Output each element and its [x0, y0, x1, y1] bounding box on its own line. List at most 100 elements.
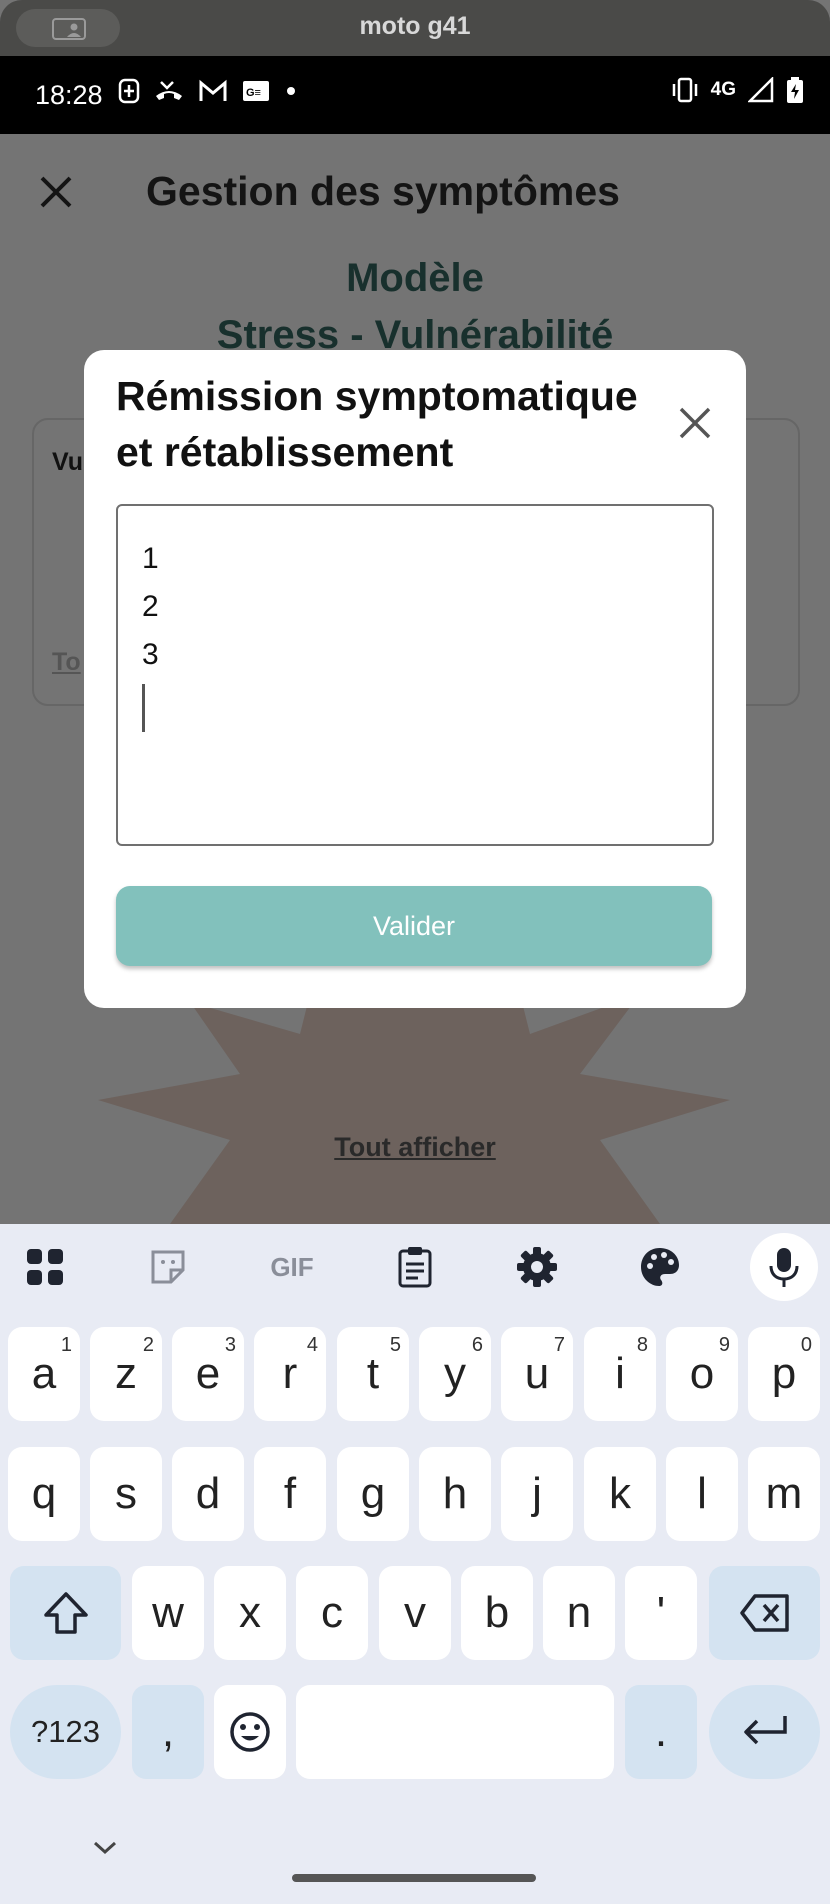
key-z[interactable]: z2	[90, 1327, 162, 1421]
vibrate-icon	[672, 77, 697, 103]
emoji-icon	[230, 1712, 270, 1752]
gif-label: GIF	[270, 1251, 314, 1282]
news-icon: G≡	[243, 81, 269, 101]
key-l[interactable]: l	[666, 1447, 738, 1541]
soft-keyboard: GIF a1 z2 e3 r4 t5 y6 u7 i8 o9 p0 q s d …	[0, 1224, 830, 1904]
hide-keyboard-chevron-icon[interactable]	[92, 1840, 118, 1856]
remission-dialog: Rémission symptomatique et rétablissemen…	[84, 350, 746, 1008]
device-name: moto g41	[359, 12, 471, 40]
key-apostrophe[interactable]: '	[625, 1566, 697, 1660]
status-time: 18:28	[35, 80, 103, 110]
key-x[interactable]: x	[214, 1566, 286, 1660]
key-f[interactable]: f	[254, 1447, 326, 1541]
key-label: o	[689, 1349, 715, 1398]
key-label: z	[115, 1349, 137, 1398]
key-label: u	[524, 1349, 550, 1398]
battery-charging-icon	[787, 77, 803, 103]
close-icon[interactable]	[38, 174, 74, 210]
textarea-line: 1	[142, 542, 159, 575]
key-b[interactable]: b	[461, 1566, 533, 1660]
key-label: i	[615, 1349, 625, 1398]
period-key[interactable]: .	[625, 1685, 697, 1779]
key-m[interactable]: m	[748, 1447, 820, 1541]
show-all-link[interactable]: Tout afficher	[0, 1132, 830, 1163]
key-h[interactable]: h	[419, 1447, 491, 1541]
key-v[interactable]: v	[379, 1566, 451, 1660]
key-s[interactable]: s	[90, 1447, 162, 1541]
textarea-line: 3	[142, 638, 159, 671]
key-hint: 7	[553, 1334, 565, 1356]
key-hint: 1	[60, 1334, 72, 1356]
sticker-icon[interactable]	[144, 1243, 192, 1291]
key-hint: 0	[800, 1334, 812, 1356]
key-t[interactable]: t5	[337, 1327, 409, 1421]
key-r[interactable]: r4	[254, 1327, 326, 1421]
palette-icon[interactable]	[636, 1243, 684, 1291]
page-title: Gestion des symptômes	[146, 168, 620, 214]
status-bar: 18:28 G≡ 4G	[0, 56, 830, 134]
key-k[interactable]: k	[584, 1447, 656, 1541]
key-hint: 9	[718, 1334, 730, 1356]
backspace-icon	[739, 1594, 789, 1632]
shift-key[interactable]	[10, 1566, 121, 1660]
symptom-textarea[interactable]: 1 2 3	[116, 504, 714, 846]
comma-key[interactable]: ,	[132, 1685, 204, 1779]
key-hint: 8	[636, 1334, 648, 1356]
enter-icon	[743, 1716, 787, 1745]
key-e[interactable]: e3	[172, 1327, 244, 1421]
key-label: p	[771, 1349, 797, 1398]
text-cursor	[142, 684, 145, 732]
key-i[interactable]: i8	[584, 1327, 656, 1421]
key-u[interactable]: u7	[501, 1327, 573, 1421]
key-hint: 6	[471, 1334, 483, 1356]
key-hint: 2	[142, 1334, 154, 1356]
key-p[interactable]: p0	[748, 1327, 820, 1421]
key-g[interactable]: g	[337, 1447, 409, 1541]
key-d[interactable]: d	[172, 1447, 244, 1541]
signal-icon	[748, 77, 774, 103]
key-w[interactable]: w	[132, 1566, 204, 1660]
key-y[interactable]: y6	[419, 1327, 491, 1421]
key-j[interactable]: j	[501, 1447, 573, 1541]
apps-icon[interactable]	[21, 1243, 69, 1291]
gmail-icon	[199, 79, 227, 101]
key-label: r	[282, 1349, 298, 1398]
key-c[interactable]: c	[296, 1566, 368, 1660]
dialog-title: Rémission symptomatique et rétablissemen…	[116, 373, 638, 475]
validate-button[interactable]: Valider	[116, 886, 712, 966]
clipboard-icon[interactable]	[391, 1243, 439, 1291]
key-hint: 4	[306, 1334, 318, 1356]
gif-icon[interactable]: GIF	[266, 1243, 318, 1291]
symbols-key[interactable]: ?123	[10, 1685, 121, 1779]
key-hint: 5	[389, 1334, 401, 1356]
gesture-home-bar[interactable]	[292, 1874, 536, 1882]
emoji-key[interactable]	[214, 1685, 286, 1779]
model-title: Modèle Stress - Vulnérabilité	[0, 250, 830, 364]
more-notifications-dot	[287, 87, 295, 95]
network-type-label: 4G	[710, 79, 736, 100]
missed-call-icon	[156, 81, 182, 100]
space-key[interactable]	[296, 1685, 614, 1779]
notification-app-icon	[118, 78, 140, 104]
key-q[interactable]: q	[8, 1447, 80, 1541]
background-card-link[interactable]: To	[52, 648, 86, 677]
mic-icon[interactable]	[750, 1233, 818, 1301]
key-label: t	[366, 1349, 380, 1398]
svg-text:G≡: G≡	[246, 87, 261, 99]
key-o[interactable]: o9	[666, 1327, 738, 1421]
enter-key[interactable]	[709, 1685, 820, 1779]
settings-icon[interactable]	[513, 1243, 561, 1291]
textarea-line: 2	[142, 590, 159, 623]
dialog-close-icon[interactable]	[678, 406, 712, 440]
keyboard-toolbar: GIF	[0, 1224, 830, 1310]
backspace-key[interactable]	[709, 1566, 820, 1660]
key-hint: 3	[224, 1334, 236, 1356]
shift-icon	[43, 1592, 88, 1634]
model-title-line1: Modèle	[346, 256, 484, 300]
key-label: y	[444, 1349, 466, 1398]
key-a[interactable]: a1	[8, 1327, 80, 1421]
key-label: a	[31, 1349, 57, 1398]
device-frame-bar: moto g41	[0, 0, 830, 56]
key-label: e	[195, 1349, 221, 1398]
key-n[interactable]: n	[543, 1566, 615, 1660]
